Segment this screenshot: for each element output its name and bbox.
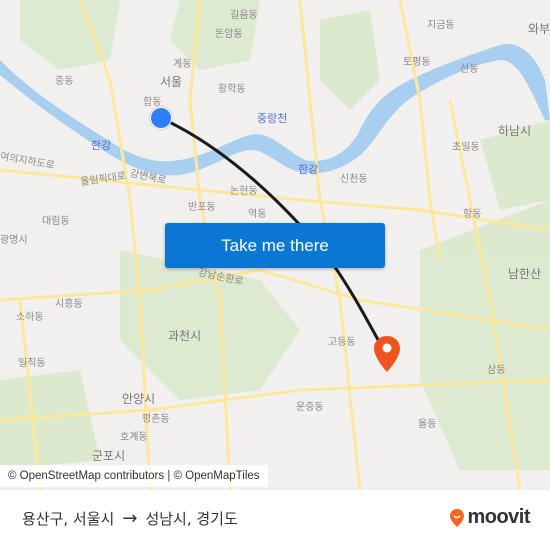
- map-label: 돈암동: [215, 29, 243, 40]
- map-label: 와부: [528, 22, 550, 36]
- map-label: 운중동: [296, 402, 324, 413]
- origin-marker[interactable]: [150, 107, 172, 129]
- arrow-right-icon: →: [122, 508, 138, 529]
- map-label: 선동: [460, 64, 479, 75]
- map-label: 안양시: [122, 392, 156, 406]
- map-label: 과천시: [168, 329, 202, 343]
- map-label: 역동: [248, 209, 267, 220]
- map-label: 남한산: [508, 267, 542, 281]
- map-label: 광명시: [0, 235, 28, 246]
- map-label: 하남시: [498, 124, 532, 138]
- map-label: 평촌동: [142, 414, 170, 425]
- route-summary: 용산구, 서울시 → 성남시, 경기도: [22, 508, 238, 529]
- origin-name: 용산구, 서울시: [22, 510, 115, 528]
- map-label: 호계동: [120, 432, 148, 443]
- map-label: 삼동: [487, 365, 506, 376]
- map-label: 항동: [463, 209, 482, 220]
- map-label: 시흥동: [55, 299, 83, 310]
- map-label: 토평동: [403, 57, 431, 68]
- moovit-logo[interactable]: moovit: [449, 506, 530, 529]
- map-label: 황학동: [218, 84, 246, 95]
- map-label: 합동: [143, 97, 162, 108]
- map-label: 초일동: [452, 142, 480, 153]
- map-label: 율동: [418, 419, 437, 430]
- map-label: 신천동: [340, 174, 368, 185]
- map-label: 한강: [298, 163, 319, 176]
- map-label: 대림동: [42, 216, 70, 227]
- map-label: 길음동: [230, 10, 258, 21]
- destination-marker[interactable]: [373, 335, 401, 373]
- destination-name: 성남시, 경기도: [145, 510, 238, 528]
- map-label: 반포동: [188, 202, 216, 213]
- take-me-there-button[interactable]: Take me there: [165, 223, 385, 268]
- map-label: 한강: [91, 139, 112, 152]
- map-label: 일직동: [18, 358, 46, 369]
- map-label: 논현동: [230, 186, 258, 197]
- map-label: 중동: [55, 76, 74, 87]
- map-label: 중랑천: [257, 112, 288, 125]
- map-label: 고등동: [328, 337, 356, 348]
- footer: 용산구, 서울시 → 성남시, 경기도 moovit: [0, 490, 550, 550]
- map[interactable]: 길음동 돈암동 계동 서울 황학동 중동 합동 중랑천 한강 한강 여의지하도로…: [0, 0, 550, 490]
- map-label: 계동: [173, 59, 192, 70]
- moovit-wordmark: moovit: [467, 506, 530, 528]
- map-label: 지금동: [427, 20, 455, 31]
- map-label: 서울: [160, 75, 183, 89]
- map-label: 소하동: [16, 312, 44, 323]
- map-label: 군포시: [92, 449, 126, 463]
- map-attribution[interactable]: © OpenStreetMap contributors | © OpenMap…: [0, 465, 268, 487]
- moovit-pin-icon: [450, 508, 465, 527]
